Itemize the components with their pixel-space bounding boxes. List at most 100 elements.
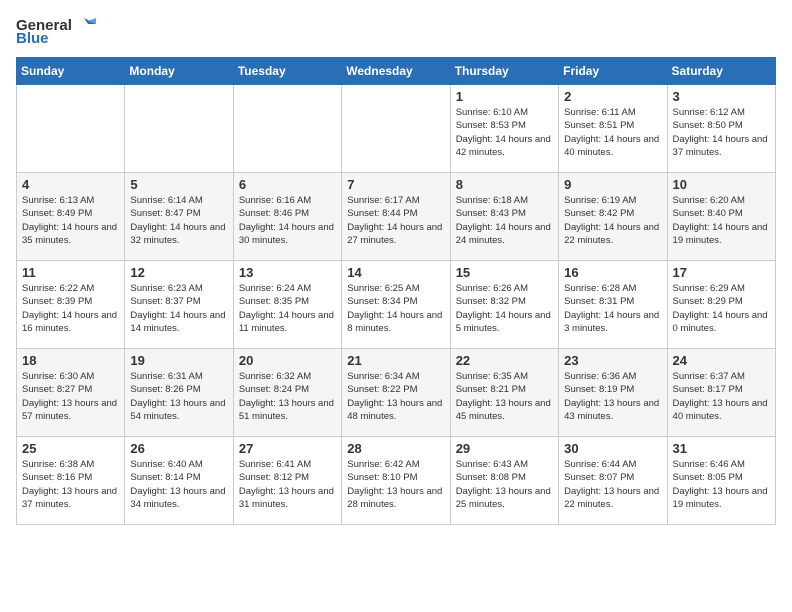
calendar-cell: 31 Sunrise: 6:46 AM Sunset: 8:05 PM Dayli…	[667, 437, 775, 525]
calendar-header-monday: Monday	[125, 58, 233, 85]
calendar-cell: 26 Sunrise: 6:40 AM Sunset: 8:14 PM Dayli…	[125, 437, 233, 525]
calendar-header-sunday: Sunday	[17, 58, 125, 85]
calendar-header-tuesday: Tuesday	[233, 58, 341, 85]
day-info: Sunrise: 6:42 AM Sunset: 8:10 PM Dayligh…	[347, 458, 444, 511]
calendar-cell	[233, 85, 341, 173]
calendar-cell: 5 Sunrise: 6:14 AM Sunset: 8:47 PM Daylig…	[125, 173, 233, 261]
day-info: Sunrise: 6:11 AM Sunset: 8:51 PM Dayligh…	[564, 106, 661, 159]
day-info: Sunrise: 6:12 AM Sunset: 8:50 PM Dayligh…	[673, 106, 770, 159]
day-number: 9	[564, 177, 661, 192]
day-number: 11	[22, 265, 119, 280]
day-number: 27	[239, 441, 336, 456]
calendar-cell: 30Sunrise: 6:44 AM Sunset: 8:07 PM Dayli…	[559, 437, 667, 525]
logo-bird-icon	[74, 16, 96, 34]
day-info: Sunrise: 6:40 AM Sunset: 8:14 PM Dayligh…	[130, 458, 227, 511]
page-header: General Blue	[16, 16, 776, 47]
calendar-header-friday: Friday	[559, 58, 667, 85]
day-number: 25	[22, 441, 119, 456]
calendar-cell: 21 Sunrise: 6:34 AM Sunset: 8:22 PM Dayli…	[342, 349, 450, 437]
day-number: 2	[564, 89, 661, 104]
calendar-cell: 1Sunrise: 6:10 AM Sunset: 8:53 PM Daylig…	[450, 85, 558, 173]
day-info: Sunrise: 6:13 AM Sunset: 8:49 PM Dayligh…	[22, 194, 119, 247]
calendar-cell: 17 Sunrise: 6:29 AM Sunset: 8:29 PM Dayli…	[667, 261, 775, 349]
day-info: Sunrise: 6:24 AM Sunset: 8:35 PM Dayligh…	[239, 282, 336, 335]
calendar-cell: 2 Sunrise: 6:11 AM Sunset: 8:51 PM Daylig…	[559, 85, 667, 173]
day-info: Sunrise: 6:20 AM Sunset: 8:40 PM Dayligh…	[673, 194, 770, 247]
calendar-table: SundayMondayTuesdayWednesdayThursdayFrid…	[16, 57, 776, 525]
day-info: Sunrise: 6:14 AM Sunset: 8:47 PM Dayligh…	[130, 194, 227, 247]
calendar-cell: 27 Sunrise: 6:41 AM Sunset: 8:12 PM Dayli…	[233, 437, 341, 525]
calendar-cell: 18 Sunrise: 6:30 AM Sunset: 8:27 PM Dayli…	[17, 349, 125, 437]
day-info: Sunrise: 6:19 AM Sunset: 8:42 PM Dayligh…	[564, 194, 661, 247]
day-number: 15	[456, 265, 553, 280]
calendar-header-saturday: Saturday	[667, 58, 775, 85]
calendar-week-row: 11 Sunrise: 6:22 AM Sunset: 8:39 PM Dayli…	[17, 261, 776, 349]
calendar-cell: 12 Sunrise: 6:23 AM Sunset: 8:37 PM Dayli…	[125, 261, 233, 349]
day-info: Sunrise: 6:22 AM Sunset: 8:39 PM Dayligh…	[22, 282, 119, 335]
calendar-cell: 25 Sunrise: 6:38 AM Sunset: 8:16 PM Dayli…	[17, 437, 125, 525]
day-info: Sunrise: 6:25 AM Sunset: 8:34 PM Dayligh…	[347, 282, 444, 335]
calendar-cell: 6 Sunrise: 6:16 AM Sunset: 8:46 PM Daylig…	[233, 173, 341, 261]
calendar-cell: 16 Sunrise: 6:28 AM Sunset: 8:31 PM Dayli…	[559, 261, 667, 349]
calendar-cell: 19Sunrise: 6:31 AM Sunset: 8:26 PM Dayli…	[125, 349, 233, 437]
day-number: 16	[564, 265, 661, 280]
day-info: Sunrise: 6:28 AM Sunset: 8:31 PM Dayligh…	[564, 282, 661, 335]
day-info: Sunrise: 6:41 AM Sunset: 8:12 PM Dayligh…	[239, 458, 336, 511]
day-number: 29	[456, 441, 553, 456]
day-number: 17	[673, 265, 770, 280]
calendar-cell: 29 Sunrise: 6:43 AM Sunset: 8:08 PM Dayli…	[450, 437, 558, 525]
calendar-cell	[125, 85, 233, 173]
day-number: 21	[347, 353, 444, 368]
calendar-cell: 4 Sunrise: 6:13 AM Sunset: 8:49 PM Daylig…	[17, 173, 125, 261]
day-info: Sunrise: 6:17 AM Sunset: 8:44 PM Dayligh…	[347, 194, 444, 247]
day-number: 18	[22, 353, 119, 368]
day-info: Sunrise: 6:43 AM Sunset: 8:08 PM Dayligh…	[456, 458, 553, 511]
day-info: Sunrise: 6:23 AM Sunset: 8:37 PM Dayligh…	[130, 282, 227, 335]
calendar-week-row: 4 Sunrise: 6:13 AM Sunset: 8:49 PM Daylig…	[17, 173, 776, 261]
day-number: 6	[239, 177, 336, 192]
day-number: 14	[347, 265, 444, 280]
calendar-cell: 9 Sunrise: 6:19 AM Sunset: 8:42 PM Daylig…	[559, 173, 667, 261]
day-info: Sunrise: 6:29 AM Sunset: 8:29 PM Dayligh…	[673, 282, 770, 335]
day-number: 26	[130, 441, 227, 456]
day-info: Sunrise: 6:32 AM Sunset: 8:24 PM Dayligh…	[239, 370, 336, 423]
day-number: 12	[130, 265, 227, 280]
day-info: Sunrise: 6:36 AM Sunset: 8:19 PM Dayligh…	[564, 370, 661, 423]
day-number: 31	[673, 441, 770, 456]
day-number: 1	[456, 89, 553, 104]
day-info: Sunrise: 6:38 AM Sunset: 8:16 PM Dayligh…	[22, 458, 119, 511]
calendar-week-row: 25 Sunrise: 6:38 AM Sunset: 8:16 PM Dayli…	[17, 437, 776, 525]
calendar-cell: 24Sunrise: 6:37 AM Sunset: 8:17 PM Dayli…	[667, 349, 775, 437]
calendar-cell	[342, 85, 450, 173]
day-number: 23	[564, 353, 661, 368]
calendar-cell: 23 Sunrise: 6:36 AM Sunset: 8:19 PM Dayli…	[559, 349, 667, 437]
calendar-week-row: 1Sunrise: 6:10 AM Sunset: 8:53 PM Daylig…	[17, 85, 776, 173]
calendar-cell: 8Sunrise: 6:18 AM Sunset: 8:43 PM Daylig…	[450, 173, 558, 261]
day-info: Sunrise: 6:35 AM Sunset: 8:21 PM Dayligh…	[456, 370, 553, 423]
day-info: Sunrise: 6:46 AM Sunset: 8:05 PM Dayligh…	[673, 458, 770, 511]
day-number: 28	[347, 441, 444, 456]
day-info: Sunrise: 6:30 AM Sunset: 8:27 PM Dayligh…	[22, 370, 119, 423]
day-number: 5	[130, 177, 227, 192]
day-info: Sunrise: 6:34 AM Sunset: 8:22 PM Dayligh…	[347, 370, 444, 423]
calendar-cell: 3 Sunrise: 6:12 AM Sunset: 8:50 PM Daylig…	[667, 85, 775, 173]
day-number: 20	[239, 353, 336, 368]
logo: General Blue	[16, 16, 96, 47]
day-number: 30	[564, 441, 661, 456]
day-info: Sunrise: 6:16 AM Sunset: 8:46 PM Dayligh…	[239, 194, 336, 247]
calendar-header-wednesday: Wednesday	[342, 58, 450, 85]
calendar-week-row: 18 Sunrise: 6:30 AM Sunset: 8:27 PM Dayli…	[17, 349, 776, 437]
day-number: 22	[456, 353, 553, 368]
day-info: Sunrise: 6:31 AM Sunset: 8:26 PM Dayligh…	[130, 370, 227, 423]
day-number: 7	[347, 177, 444, 192]
day-number: 4	[22, 177, 119, 192]
day-number: 13	[239, 265, 336, 280]
day-info: Sunrise: 6:26 AM Sunset: 8:32 PM Dayligh…	[456, 282, 553, 335]
day-number: 24	[673, 353, 770, 368]
day-number: 3	[673, 89, 770, 104]
calendar-cell: 7 Sunrise: 6:17 AM Sunset: 8:44 PM Daylig…	[342, 173, 450, 261]
calendar-cell: 22 Sunrise: 6:35 AM Sunset: 8:21 PM Dayli…	[450, 349, 558, 437]
calendar-cell	[17, 85, 125, 173]
calendar-header-thursday: Thursday	[450, 58, 558, 85]
day-number: 10	[673, 177, 770, 192]
